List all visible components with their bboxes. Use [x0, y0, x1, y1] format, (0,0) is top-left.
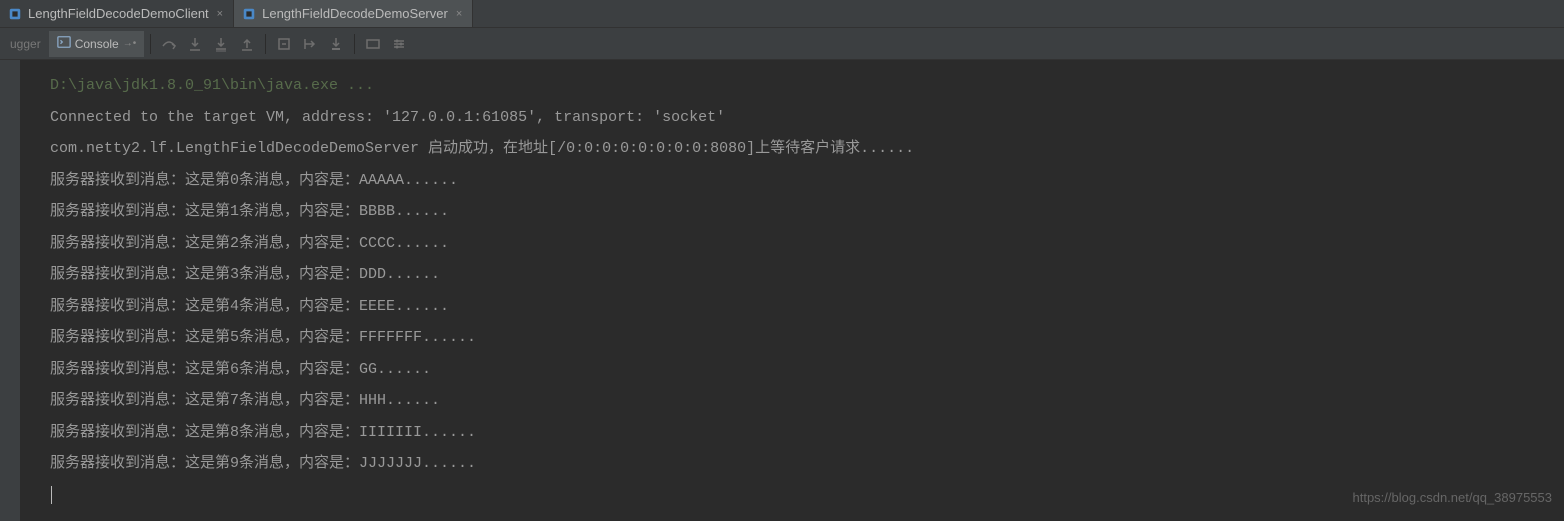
console-tab[interactable]: Console →•: [49, 31, 145, 57]
settings-icon[interactable]: [387, 32, 411, 56]
step-out-icon[interactable]: [235, 32, 259, 56]
separator: [354, 34, 355, 54]
cursor-line: [50, 480, 1564, 512]
run-config-icon: [242, 7, 256, 21]
message-line: 服务器接收到消息：这是第7条消息，内容是：HHH......: [50, 385, 1564, 417]
run-to-cursor-icon[interactable]: [298, 32, 322, 56]
message-line: 服务器接收到消息：这是第1条消息，内容是：BBBB......: [50, 196, 1564, 228]
text-cursor: [51, 486, 52, 504]
message-line: 服务器接收到消息：这是第2条消息，内容是：CCCC......: [50, 228, 1564, 260]
message-line: 服务器接收到消息：这是第0条消息，内容是：AAAAA......: [50, 165, 1564, 197]
debugger-tab-label[interactable]: ugger: [4, 37, 47, 51]
pin-icon[interactable]: →•: [123, 38, 137, 49]
trace-current-stream-icon[interactable]: [361, 32, 385, 56]
startup-line: com.netty2.lf.LengthFieldDecodeDemoServe…: [50, 133, 1564, 165]
run-config-icon: [8, 7, 22, 21]
message-line: 服务器接收到消息：这是第3条消息，内容是：DDD......: [50, 259, 1564, 291]
console-output[interactable]: D:\java\jdk1.8.0_91\bin\java.exe ... Con…: [0, 60, 1564, 521]
force-step-into-icon[interactable]: [209, 32, 233, 56]
message-line: 服务器接收到消息：这是第9条消息，内容是：JJJJJJJ......: [50, 448, 1564, 480]
tab-client[interactable]: LengthFieldDecodeDemoClient ×: [0, 0, 234, 27]
close-icon[interactable]: ×: [215, 8, 225, 20]
message-line: 服务器接收到消息：这是第4条消息，内容是：EEEE......: [50, 291, 1564, 323]
watermark: https://blog.csdn.net/qq_38975553: [1353, 490, 1553, 505]
tab-server-label: LengthFieldDecodeDemoServer: [262, 6, 448, 21]
step-over-icon[interactable]: [157, 32, 181, 56]
console-icon: [57, 35, 71, 52]
tab-server[interactable]: LengthFieldDecodeDemoServer ×: [234, 0, 473, 27]
run-tabs-bar: LengthFieldDecodeDemoClient × LengthFiel…: [0, 0, 1564, 28]
console-tab-label: Console: [75, 37, 119, 51]
java-path-line: D:\java\jdk1.8.0_91\bin\java.exe ...: [50, 70, 1564, 102]
separator: [150, 34, 151, 54]
separator: [265, 34, 266, 54]
message-line: 服务器接收到消息：这是第8条消息，内容是：IIIIIII......: [50, 417, 1564, 449]
message-line: 服务器接收到消息：这是第6条消息，内容是：GG......: [50, 354, 1564, 386]
evaluate-expression-icon[interactable]: [324, 32, 348, 56]
close-icon[interactable]: ×: [454, 8, 464, 20]
drop-frame-icon[interactable]: [272, 32, 296, 56]
connected-line: Connected to the target VM, address: '12…: [50, 102, 1564, 134]
tab-client-label: LengthFieldDecodeDemoClient: [28, 6, 209, 21]
message-line: 服务器接收到消息：这是第5条消息，内容是：FFFFFFF......: [50, 322, 1564, 354]
step-into-icon[interactable]: [183, 32, 207, 56]
debug-toolbar: ugger Console →•: [0, 28, 1564, 60]
